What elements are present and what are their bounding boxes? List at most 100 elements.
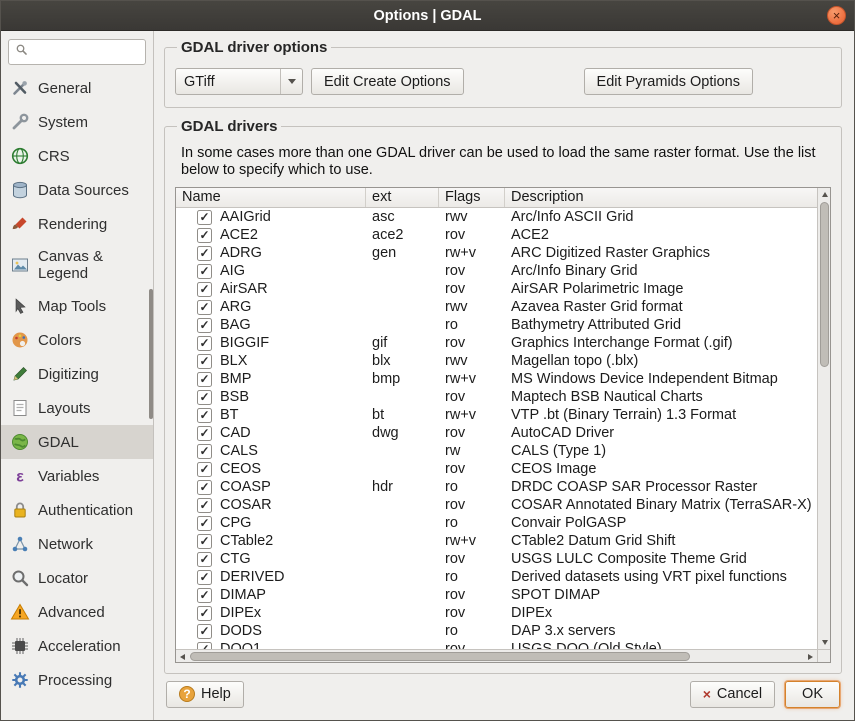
edit-create-options-button[interactable]: Edit Create Options bbox=[311, 68, 464, 95]
driver-checkbox[interactable]: ✓ bbox=[197, 300, 212, 315]
table-row[interactable]: ✓ BT bt rw+v VTP .bt (Binary Terrain) 1.… bbox=[176, 406, 817, 424]
sidebar-item-rendering[interactable]: Rendering bbox=[1, 207, 153, 241]
table-row[interactable]: ✓ ACE2 ace2 rov ACE2 bbox=[176, 226, 817, 244]
driver-checkbox[interactable]: ✓ bbox=[197, 624, 212, 639]
driver-flags: rwv bbox=[439, 209, 505, 225]
driver-flags: rov bbox=[439, 281, 505, 297]
table-row[interactable]: ✓ CAD dwg rov AutoCAD Driver bbox=[176, 424, 817, 442]
driver-checkbox[interactable]: ✓ bbox=[197, 282, 212, 297]
scroll-up-icon[interactable] bbox=[818, 188, 831, 201]
vertical-scrollbar[interactable] bbox=[817, 188, 830, 649]
table-row[interactable]: ✓ AirSAR rov AirSAR Polarimetric Image bbox=[176, 280, 817, 298]
driver-checkbox[interactable]: ✓ bbox=[197, 480, 212, 495]
driver-checkbox[interactable]: ✓ bbox=[197, 318, 212, 333]
driver-description: USGS LULC Composite Theme Grid bbox=[505, 551, 817, 567]
driver-checkbox[interactable]: ✓ bbox=[197, 570, 212, 585]
column-header-name[interactable]: Name bbox=[176, 188, 366, 207]
sidebar-item-network[interactable]: Network bbox=[1, 527, 153, 561]
sidebar-item-advanced[interactable]: Advanced bbox=[1, 595, 153, 629]
scroll-left-icon[interactable] bbox=[176, 650, 189, 663]
scroll-down-icon[interactable] bbox=[818, 636, 831, 649]
table-row[interactable]: ✓ AAIGrid asc rwv Arc/Info ASCII Grid bbox=[176, 208, 817, 226]
driver-checkbox[interactable]: ✓ bbox=[197, 246, 212, 261]
table-row[interactable]: ✓ DOQ1 rov USGS DOQ (Old Style) bbox=[176, 640, 817, 649]
driver-format-select[interactable]: GTiff bbox=[175, 68, 303, 95]
driver-checkbox[interactable]: ✓ bbox=[197, 516, 212, 531]
sidebar-item-gdal[interactable]: GDAL bbox=[1, 425, 153, 459]
driver-checkbox[interactable]: ✓ bbox=[197, 534, 212, 549]
sidebar-item-crs[interactable]: CRS bbox=[1, 139, 153, 173]
driver-checkbox[interactable]: ✓ bbox=[197, 390, 212, 405]
vertical-scroll-thumb[interactable] bbox=[820, 202, 829, 367]
table-row[interactable]: ✓ COASP hdr ro DRDC COASP SAR Processor … bbox=[176, 478, 817, 496]
table-row[interactable]: ✓ BLX blx rwv Magellan topo (.blx) bbox=[176, 352, 817, 370]
sidebar-item-data-sources[interactable]: Data Sources bbox=[1, 173, 153, 207]
table-row[interactable]: ✓ BAG ro Bathymetry Attributed Grid bbox=[176, 316, 817, 334]
driver-checkbox[interactable]: ✓ bbox=[197, 264, 212, 279]
table-row[interactable]: ✓ DIPEx rov DIPEx bbox=[176, 604, 817, 622]
edit-pyramids-options-button[interactable]: Edit Pyramids Options bbox=[584, 68, 753, 95]
table-row[interactable]: ✓ CEOS rov CEOS Image bbox=[176, 460, 817, 478]
close-icon[interactable]: × bbox=[827, 6, 846, 25]
sidebar-item-locator[interactable]: Locator bbox=[1, 561, 153, 595]
table-row[interactable]: ✓ DIMAP rov SPOT DIMAP bbox=[176, 586, 817, 604]
sidebar-item-canvas-legend[interactable]: Canvas & Legend bbox=[1, 241, 153, 289]
sidebar-item-general[interactable]: General bbox=[1, 71, 153, 105]
column-header-ext[interactable]: ext bbox=[366, 188, 439, 207]
driver-checkbox[interactable]: ✓ bbox=[197, 426, 212, 441]
search-input[interactable] bbox=[33, 45, 139, 60]
driver-checkbox[interactable]: ✓ bbox=[197, 354, 212, 369]
driver-description: CEOS Image bbox=[505, 461, 817, 477]
driver-checkbox[interactable]: ✓ bbox=[197, 372, 212, 387]
driver-checkbox[interactable]: ✓ bbox=[197, 336, 212, 351]
table-row[interactable]: ✓ AIG rov Arc/Info Binary Grid bbox=[176, 262, 817, 280]
driver-checkbox[interactable]: ✓ bbox=[197, 552, 212, 567]
driver-name: COASP bbox=[220, 479, 271, 495]
table-row[interactable]: ✓ COSAR rov COSAR Annotated Binary Matri… bbox=[176, 496, 817, 514]
driver-name: CALS bbox=[220, 443, 258, 459]
driver-checkbox[interactable]: ✓ bbox=[197, 228, 212, 243]
driver-checkbox[interactable]: ✓ bbox=[197, 606, 212, 621]
sidebar-item-authentication[interactable]: Authentication bbox=[1, 493, 153, 527]
gear-icon bbox=[10, 670, 30, 690]
column-header-flags[interactable]: Flags bbox=[439, 188, 505, 207]
table-row[interactable]: ✓ ARG rwv Azavea Raster Grid format bbox=[176, 298, 817, 316]
lock-icon bbox=[10, 500, 30, 520]
table-row[interactable]: ✓ BMP bmp rw+v MS Windows Device Indepen… bbox=[176, 370, 817, 388]
table-row[interactable]: ✓ CTable2 rw+v CTable2 Datum Grid Shift bbox=[176, 532, 817, 550]
scroll-right-icon[interactable] bbox=[804, 650, 817, 663]
driver-checkbox[interactable]: ✓ bbox=[197, 462, 212, 477]
sidebar-item-variables[interactable]: ε Variables bbox=[1, 459, 153, 493]
driver-checkbox[interactable]: ✓ bbox=[197, 498, 212, 513]
sidebar-search[interactable] bbox=[8, 39, 146, 65]
table-row[interactable]: ✓ CALS rw CALS (Type 1) bbox=[176, 442, 817, 460]
table-row[interactable]: ✓ BSB rov Maptech BSB Nautical Charts bbox=[176, 388, 817, 406]
table-row[interactable]: ✓ DODS ro DAP 3.x servers bbox=[176, 622, 817, 640]
sidebar-item-layouts[interactable]: Layouts bbox=[1, 391, 153, 425]
driver-checkbox[interactable]: ✓ bbox=[197, 642, 212, 650]
sidebar-item-digitizing[interactable]: Digitizing bbox=[1, 357, 153, 391]
table-row[interactable]: ✓ ADRG gen rw+v ARC Digitized Raster Gra… bbox=[176, 244, 817, 262]
driver-checkbox[interactable]: ✓ bbox=[197, 408, 212, 423]
sidebar-scrollbar[interactable] bbox=[149, 289, 153, 419]
help-button[interactable]: ? Help bbox=[166, 681, 244, 708]
column-header-description[interactable]: Description bbox=[505, 188, 817, 207]
driver-checkbox[interactable]: ✓ bbox=[197, 210, 212, 225]
sidebar-item-acceleration[interactable]: Acceleration bbox=[1, 629, 153, 663]
ok-button[interactable]: OK bbox=[785, 681, 840, 708]
table-row[interactable]: ✓ CPG ro Convair PolGASP bbox=[176, 514, 817, 532]
driver-description: Maptech BSB Nautical Charts bbox=[505, 389, 817, 405]
table-row[interactable]: ✓ CTG rov USGS LULC Composite Theme Grid bbox=[176, 550, 817, 568]
horizontal-scrollbar[interactable] bbox=[176, 649, 817, 662]
titlebar[interactable]: Options | GDAL × bbox=[1, 1, 854, 31]
driver-checkbox[interactable]: ✓ bbox=[197, 588, 212, 603]
sidebar-item-map-tools[interactable]: Map Tools bbox=[1, 289, 153, 323]
sidebar-item-colors[interactable]: Colors bbox=[1, 323, 153, 357]
table-row[interactable]: ✓ DERIVED ro Derived datasets using VRT … bbox=[176, 568, 817, 586]
sidebar-item-processing[interactable]: Processing bbox=[1, 663, 153, 697]
sidebar-item-system[interactable]: System bbox=[1, 105, 153, 139]
table-row[interactable]: ✓ BIGGIF gif rov Graphics Interchange Fo… bbox=[176, 334, 817, 352]
horizontal-scroll-thumb[interactable] bbox=[190, 652, 690, 661]
driver-checkbox[interactable]: ✓ bbox=[197, 444, 212, 459]
cancel-button[interactable]: × Cancel bbox=[690, 681, 775, 708]
